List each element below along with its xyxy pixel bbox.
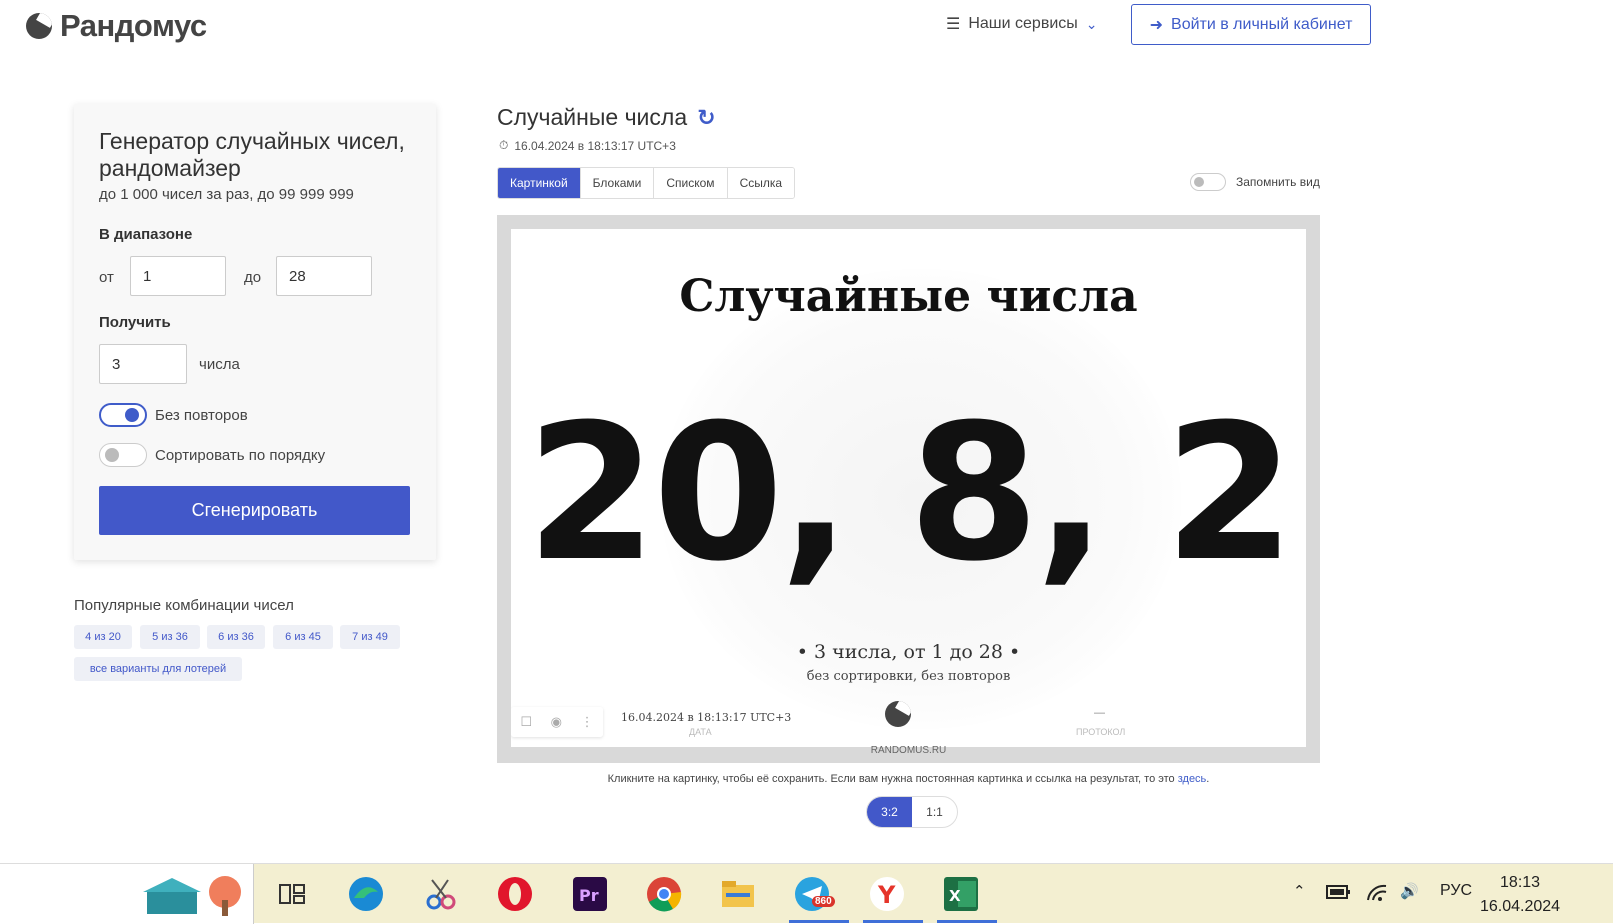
edge-icon[interactable]: [348, 876, 384, 912]
image-date: 16.04.2024 в 18:13:17 UTC+3: [621, 711, 792, 724]
site-header: Рандомус ☰ Наши сервисы ⌄ ➜ Войти в личн…: [0, 0, 1613, 60]
site-logo[interactable]: Рандомус: [26, 8, 207, 44]
login-icon: ➜: [1149, 16, 1164, 34]
chip-7-of-49[interactable]: 7 из 49: [340, 625, 400, 649]
range-label: В диапазоне: [99, 226, 193, 243]
login-button[interactable]: ➜ Войти в личный кабинет: [1131, 4, 1371, 45]
image-protocol-caption: ПРОТОКОЛ: [1076, 727, 1126, 737]
brand-name: Рандомус: [60, 8, 207, 43]
clock-date: 16.04.2024: [1480, 898, 1561, 915]
result-timestamp: 16.04.2024 в 18:13:17 UTC+3: [514, 138, 676, 153]
save-hint-text: Кликните на картинку, чтобы её сохранить…: [607, 773, 1178, 785]
battery-icon[interactable]: [1326, 882, 1352, 904]
telegram-icon[interactable]: 860: [794, 876, 835, 912]
generator-subtitle: до 1 000 чисел за раз, до 99 999 999: [99, 186, 354, 203]
network-icon[interactable]: [1366, 882, 1388, 906]
generator-card: Генератор случайных чисел, рандомайзер д…: [74, 104, 436, 560]
generator-title: Генератор случайных чисел, рандомайзер: [99, 128, 405, 181]
from-label: от: [99, 269, 114, 286]
result-title: Случайные числа: [497, 104, 688, 130]
opera-icon[interactable]: [497, 876, 533, 912]
chip-6-of-36[interactable]: 6 из 36: [207, 625, 265, 649]
chip-4-of-20[interactable]: 4 из 20: [74, 625, 132, 649]
chrome-icon[interactable]: [646, 876, 682, 912]
camera-icon[interactable]: ◉: [551, 714, 562, 730]
popular-combinations-title: Популярные комбинации чисел: [74, 597, 294, 614]
svg-text:X: X: [949, 887, 961, 905]
toggle-knob: [105, 448, 119, 462]
tab-list[interactable]: Списком: [654, 168, 728, 198]
result-title-row: Случайные числа ↻: [497, 104, 716, 131]
stopwatch-icon: ⏱: [499, 138, 509, 152]
show-hidden-icons-icon[interactable]: ⌃: [1293, 882, 1306, 900]
ratio-1-1[interactable]: 1:1: [912, 797, 957, 827]
view-tabs: Картинкой Блоками Списком Ссылка: [497, 167, 796, 199]
tab-image[interactable]: Картинкой: [498, 168, 581, 198]
login-label: Войти в личный кабинет: [1171, 15, 1353, 33]
ratio-3-2[interactable]: 3:2: [867, 797, 912, 827]
volume-icon[interactable]: 🔊: [1400, 882, 1419, 900]
services-menu[interactable]: ☰ Наши сервисы ⌄: [946, 14, 1097, 34]
here-link[interactable]: здесь: [1178, 773, 1207, 785]
input-language[interactable]: РУС: [1440, 882, 1472, 900]
task-view-icon[interactable]: [274, 876, 310, 912]
image-toolbar: ☐ ◉ ⋮: [511, 707, 603, 737]
bookmark-icon[interactable]: ☐: [520, 714, 532, 730]
excel-icon[interactable]: X: [943, 876, 979, 912]
tab-link[interactable]: Ссылка: [727, 168, 795, 198]
image-logo-icon: [885, 701, 911, 727]
range-from-input[interactable]: 1: [130, 256, 226, 296]
image-protocol-value: —: [1094, 707, 1105, 719]
range-to-input[interactable]: 28: [276, 256, 372, 296]
tab-blocks[interactable]: Блоками: [580, 168, 655, 198]
result-image-frame: Случайные числа 20, 8, 2 • 3 числа, от 1…: [497, 215, 1320, 763]
windows-taskbar: Pr 860 Y X ⌃ 🔊 РУС 18:13 16.04.2024: [0, 863, 1613, 924]
taskbar-widget-area: [0, 864, 254, 924]
clock-time: 18:13: [1500, 874, 1541, 891]
get-label: Получить: [99, 314, 171, 331]
site-caption: RANDOMUS.RU: [870, 745, 947, 756]
no-repeat-toggle[interactable]: [99, 403, 147, 427]
save-hint-end: .: [1206, 773, 1210, 785]
result-timestamp-row: ⏱ 16.04.2024 в 18:13:17 UTC+3: [499, 138, 676, 153]
weather-widget[interactable]: [143, 870, 247, 918]
svg-text:Y: Y: [877, 881, 896, 909]
list-icon: ☰: [946, 16, 961, 33]
image-date-caption: ДАТА: [689, 727, 712, 737]
more-icon[interactable]: ⋮: [581, 714, 594, 730]
sort-toggle[interactable]: [99, 443, 147, 467]
image-title: Случайные числа: [679, 271, 1138, 322]
toggle-knob: [1194, 177, 1204, 187]
image-summary: • 3 числа, от 1 до 28 •: [796, 641, 1021, 663]
image-summary-sub: без сортировки, без повторов: [806, 669, 1011, 684]
to-label: до: [244, 269, 262, 286]
generated-numbers: 20, 8, 2: [526, 384, 1295, 603]
chevron-down-icon: ⌄: [1085, 15, 1098, 32]
svg-text:Pr: Pr: [579, 886, 599, 905]
system-clock[interactable]: 18:13 16.04.2024: [1480, 871, 1560, 919]
count-input[interactable]: 3: [99, 344, 187, 384]
save-hint: Кликните на картинку, чтобы её сохранить…: [497, 773, 1320, 785]
generate-button[interactable]: Сгенерировать: [99, 486, 410, 535]
sort-label: Сортировать по порядку: [155, 447, 326, 464]
remember-view: Запомнить вид: [1190, 173, 1320, 191]
remember-view-toggle[interactable]: [1190, 173, 1226, 191]
no-repeat-label: Без повторов: [155, 407, 248, 424]
services-label: Наши сервисы: [968, 15, 1078, 32]
refresh-icon[interactable]: ↻: [697, 105, 715, 131]
count-unit: числа: [199, 356, 240, 373]
result-image[interactable]: Случайные числа 20, 8, 2 • 3 числа, от 1…: [511, 229, 1306, 747]
file-explorer-icon[interactable]: [720, 876, 756, 912]
chip-6-of-45[interactable]: 6 из 45: [273, 625, 333, 649]
toggle-knob: [125, 408, 139, 422]
randomus-logo-icon: [26, 13, 52, 39]
premiere-pro-icon[interactable]: Pr: [572, 876, 608, 912]
chip-5-of-36[interactable]: 5 из 36: [140, 625, 200, 649]
aspect-ratio-switch: 3:2 1:1: [866, 796, 958, 828]
yandex-browser-icon[interactable]: Y: [869, 876, 905, 912]
remember-view-label: Запомнить вид: [1236, 175, 1320, 189]
telegram-badge: 860: [812, 896, 835, 907]
all-lottery-variants-link[interactable]: все варианты для лотерей: [74, 657, 242, 681]
snipping-tool-icon[interactable]: [422, 876, 458, 912]
